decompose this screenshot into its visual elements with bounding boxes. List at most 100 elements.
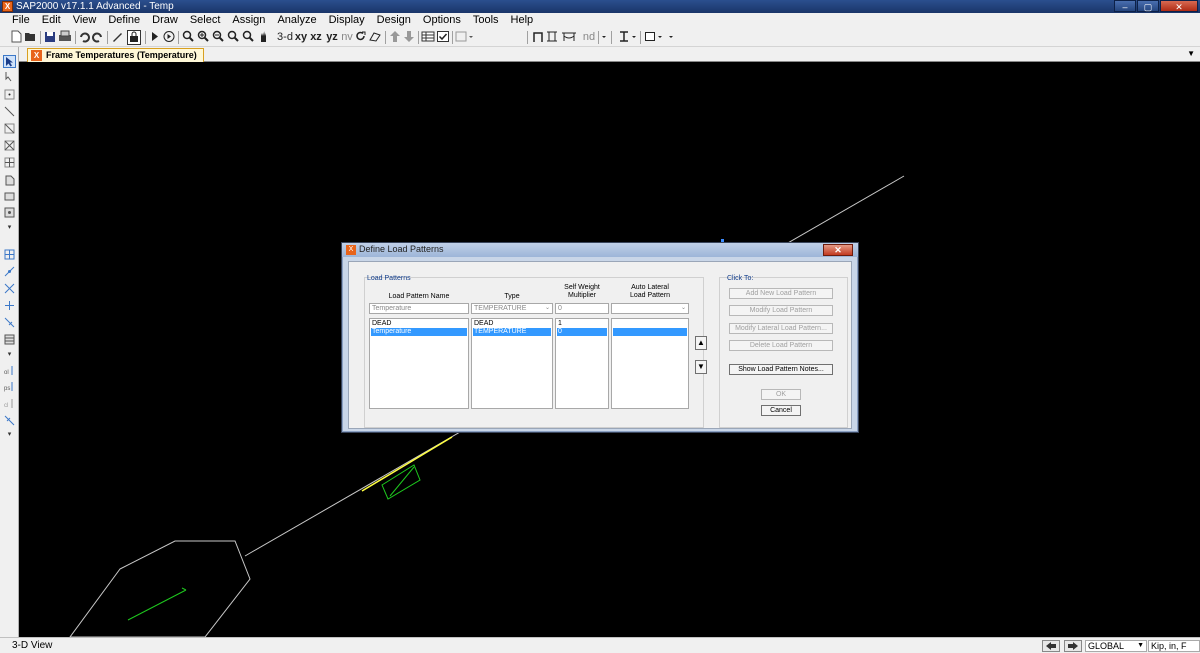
- load-pattern-type-select[interactable]: TEMPERATURE ⌄: [471, 303, 553, 314]
- menu-design[interactable]: Design: [371, 13, 417, 28]
- menu-edit[interactable]: Edit: [36, 13, 67, 28]
- zoom-window-icon[interactable]: [182, 30, 194, 45]
- run-icon[interactable]: [150, 30, 160, 45]
- menu-assign[interactable]: Assign: [226, 13, 271, 28]
- frame-icon[interactable]: [532, 30, 544, 45]
- load-pattern-name-list[interactable]: DEAD Temperature: [369, 318, 469, 409]
- save-icon[interactable]: [44, 30, 56, 45]
- selected-frame-member[interactable]: [361, 436, 453, 492]
- menu-options[interactable]: Options: [417, 13, 467, 28]
- draw-secondary-icon[interactable]: [3, 157, 16, 170]
- snap-other-icon[interactable]: ps: [3, 381, 16, 394]
- square-dropdown-icon[interactable]: [657, 30, 663, 45]
- snap-line-icon[interactable]: [3, 266, 16, 279]
- view-nv-button[interactable]: nv: [340, 30, 354, 45]
- self-weight-multiplier-input[interactable]: 0: [555, 303, 609, 314]
- perspective-icon[interactable]: [368, 30, 382, 45]
- coordinate-system-select[interactable]: GLOBAL ▼: [1085, 640, 1147, 652]
- move-up-button[interactable]: ▲: [695, 336, 707, 350]
- snap-end-icon[interactable]: [3, 334, 16, 347]
- move-down-icon[interactable]: [403, 30, 415, 45]
- menu-analyze[interactable]: Analyze: [271, 13, 322, 28]
- view-3d-button[interactable]: 3-d: [277, 30, 293, 45]
- menu-view[interactable]: View: [67, 13, 103, 28]
- undo-icon[interactable]: [78, 30, 90, 45]
- draw-area-icon[interactable]: [3, 175, 16, 188]
- moment-diagram-icon[interactable]: [561, 30, 579, 45]
- cursor-dropdown-icon[interactable]: [631, 30, 637, 45]
- view-xy-button[interactable]: xy: [294, 30, 308, 45]
- area-object-outline[interactable]: [69, 540, 251, 637]
- menu-draw[interactable]: Draw: [146, 13, 184, 28]
- select-pointer-icon[interactable]: [3, 55, 16, 68]
- add-new-load-pattern-button[interactable]: Add New Load Pattern: [729, 288, 833, 299]
- draw-point-icon[interactable]: [3, 89, 16, 102]
- menu-file[interactable]: File: [6, 13, 36, 28]
- square-icon[interactable]: [644, 30, 656, 45]
- dialog-close-button[interactable]: ✕: [823, 244, 853, 256]
- redo-icon[interactable]: [92, 30, 104, 45]
- nd-button[interactable]: nd: [582, 30, 596, 45]
- toolbar-more-icon[interactable]: [668, 30, 674, 45]
- print-icon[interactable]: [58, 30, 72, 45]
- move-down-button[interactable]: ▼: [695, 360, 707, 374]
- snap-grid-icon[interactable]: [3, 317, 16, 330]
- rotate-icon[interactable]: [355, 30, 367, 45]
- snap-point-icon[interactable]: [3, 249, 16, 262]
- modify-load-pattern-button[interactable]: Modify Load Pattern: [729, 305, 833, 316]
- units-select[interactable]: Kip, in, F: [1148, 640, 1200, 652]
- new-file-icon[interactable]: [10, 30, 22, 45]
- draw-rect-area-icon[interactable]: [3, 191, 16, 204]
- tab-frame-temperatures[interactable]: X Frame Temperatures (Temperature): [27, 48, 204, 62]
- list-item[interactable]: DEAD: [371, 320, 467, 328]
- check-icon[interactable]: [437, 30, 449, 45]
- snap-perpendicular-icon[interactable]: [3, 300, 16, 313]
- list-item-selected[interactable]: TEMPERATURE: [473, 328, 551, 336]
- load-pattern-name-input[interactable]: Temperature: [369, 303, 469, 314]
- modify-lateral-load-pattern-button[interactable]: Modify Lateral Load Pattern...: [729, 323, 833, 334]
- snap-ps-icon[interactable]: ol: [3, 365, 16, 378]
- auto-lateral-select[interactable]: ⌄: [611, 303, 689, 314]
- cancel-button[interactable]: Cancel: [761, 405, 801, 416]
- section-cut-icon[interactable]: [3, 415, 16, 428]
- zoom-restore-icon[interactable]: [242, 30, 254, 45]
- show-load-pattern-notes-button[interactable]: Show Load Pattern Notes...: [729, 364, 833, 375]
- menu-help[interactable]: Help: [505, 13, 540, 28]
- sidebar-more-icon[interactable]: ▾: [3, 348, 16, 361]
- quick-draw-frame-icon[interactable]: [3, 123, 16, 136]
- lock-icon[interactable]: [127, 30, 141, 45]
- previous-view-button[interactable]: [1042, 640, 1060, 652]
- tab-scroll-icon[interactable]: ▼: [1187, 49, 1195, 58]
- list-item-selected[interactable]: Temperature: [371, 328, 467, 336]
- delete-load-pattern-button[interactable]: Delete Load Pattern: [729, 340, 833, 351]
- move-up-icon[interactable]: [389, 30, 401, 45]
- view-xz-button[interactable]: xz: [309, 30, 323, 45]
- auto-lateral-list[interactable]: [611, 318, 689, 409]
- pan-icon[interactable]: [258, 30, 270, 45]
- snap-midpoint-icon[interactable]: cl: [3, 398, 16, 411]
- zoom-previous-icon[interactable]: [227, 30, 239, 45]
- restore-button[interactable]: ▢: [1137, 0, 1159, 12]
- list-item[interactable]: 1: [557, 320, 607, 328]
- menu-select[interactable]: Select: [184, 13, 227, 28]
- load-pattern-type-list[interactable]: DEAD TEMPERATURE: [471, 318, 553, 409]
- close-button[interactable]: ✕: [1160, 0, 1198, 12]
- list-item-selected[interactable]: [613, 328, 687, 336]
- open-file-icon[interactable]: [24, 30, 36, 45]
- grid-options-icon[interactable]: [455, 30, 473, 45]
- zoom-in-icon[interactable]: [197, 30, 209, 45]
- minimize-button[interactable]: –: [1114, 0, 1136, 12]
- ok-button[interactable]: OK: [761, 389, 801, 400]
- list-item-selected[interactable]: 0: [557, 328, 607, 336]
- cursor-icon[interactable]: [617, 30, 631, 45]
- menu-display[interactable]: Display: [323, 13, 371, 28]
- sidebar-more-icon[interactable]: ▾: [3, 428, 16, 441]
- menu-define[interactable]: Define: [102, 13, 146, 28]
- self-weight-list[interactable]: 1 0: [555, 318, 609, 409]
- draw-frame-icon[interactable]: [3, 106, 16, 119]
- pencil-icon[interactable]: [111, 30, 123, 45]
- section-icon[interactable]: [545, 30, 559, 45]
- quick-draw-area-icon[interactable]: [3, 207, 16, 220]
- snap-intersection-icon[interactable]: [3, 283, 16, 296]
- run-step-icon[interactable]: [163, 30, 175, 45]
